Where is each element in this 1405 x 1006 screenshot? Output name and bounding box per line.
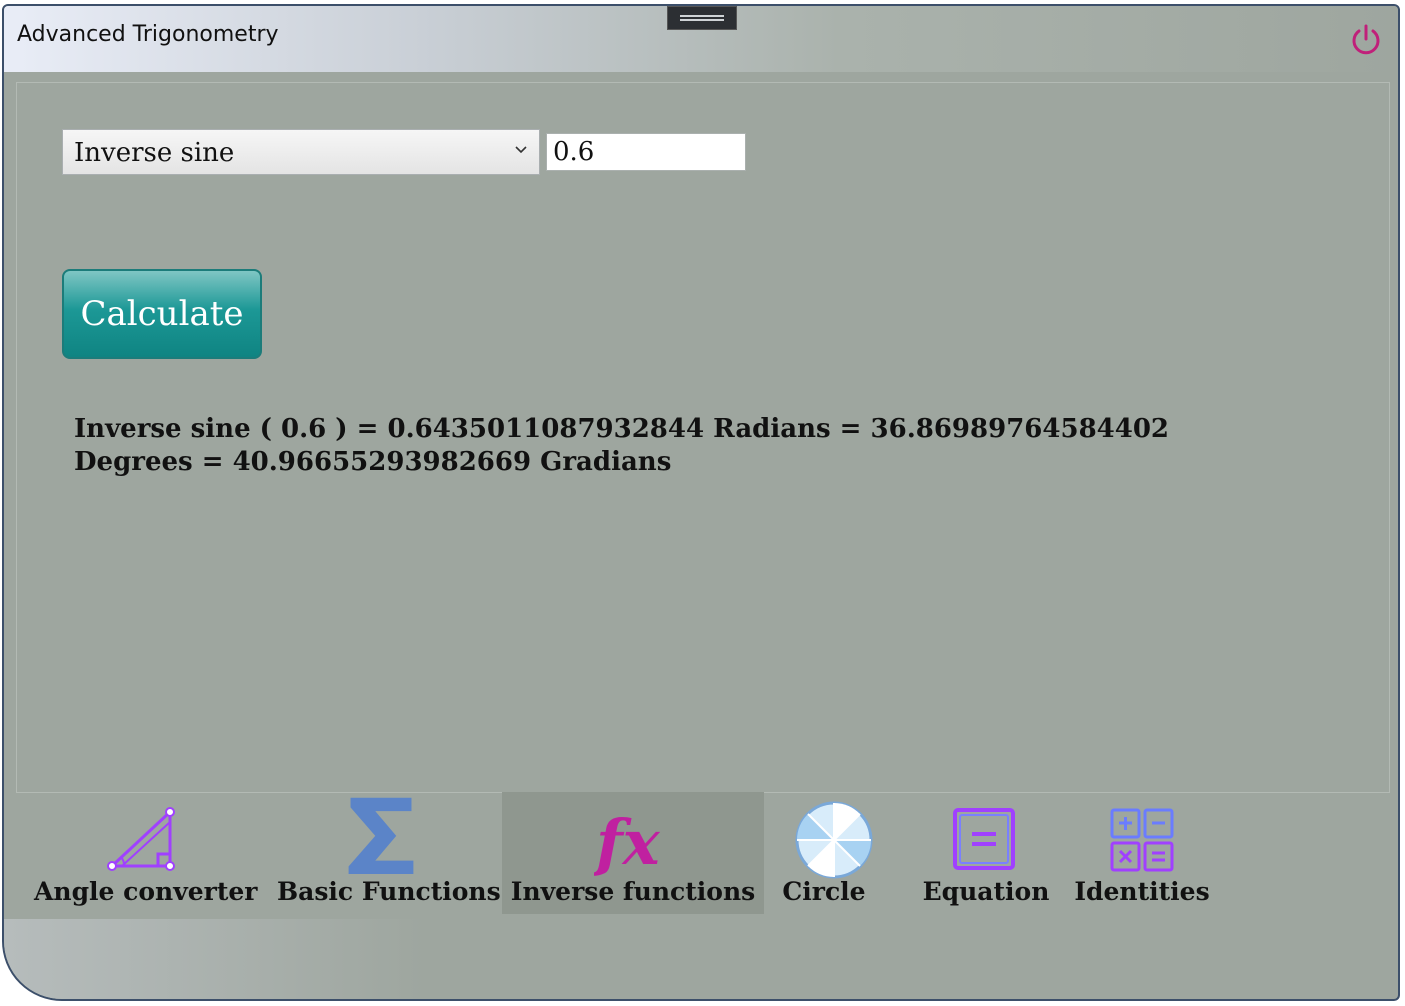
triangle-icon — [107, 807, 175, 871]
nav-label: Basic Functions — [277, 877, 501, 906]
drag-grip-icon[interactable] — [667, 6, 737, 30]
chevron-down-icon — [515, 146, 527, 154]
calculate-button[interactable]: Calculate — [62, 269, 262, 359]
app-window: Advanced Trigonometry Inverse sine Calcu… — [2, 4, 1400, 1001]
nav-identities[interactable]: Identities — [1072, 792, 1212, 914]
title-bar[interactable]: Advanced Trigonometry — [4, 6, 1398, 72]
nav-label: Circle — [782, 877, 866, 906]
nav-circle[interactable]: Circle — [774, 792, 874, 914]
nav-equation[interactable]: Equation — [916, 792, 1056, 914]
fx-icon: fx — [594, 806, 661, 879]
main-panel: Inverse sine Calculate Inverse sine ( 0.… — [16, 82, 1390, 793]
nav-basic-functions[interactable]: Basic Functions — [277, 792, 501, 914]
circle-icon — [795, 801, 873, 879]
function-select[interactable]: Inverse sine — [62, 129, 540, 175]
nav-label: Angle converter — [34, 877, 258, 906]
bottom-nav: Angle converter Basic Functions fx Inver… — [4, 792, 1398, 932]
equals-icon — [953, 808, 1015, 870]
nav-label: Equation — [922, 877, 1050, 906]
power-icon[interactable] — [1348, 22, 1384, 58]
nav-label: Inverse functions — [510, 877, 756, 906]
nav-label: Identities — [1074, 877, 1210, 906]
value-input[interactable] — [546, 133, 746, 171]
nav-inverse-functions[interactable]: fx Inverse functions — [502, 792, 764, 914]
calculator-icon — [1110, 808, 1174, 872]
result-text: Inverse sine ( 0.6 ) = 0.643501108793284… — [74, 414, 1170, 477]
window-title: Advanced Trigonometry — [17, 22, 279, 47]
function-select-value: Inverse sine — [74, 138, 235, 168]
svg-text:fx: fx — [594, 806, 661, 879]
sigma-icon — [348, 797, 414, 874]
nav-angle-converter[interactable]: Angle converter — [34, 792, 258, 914]
